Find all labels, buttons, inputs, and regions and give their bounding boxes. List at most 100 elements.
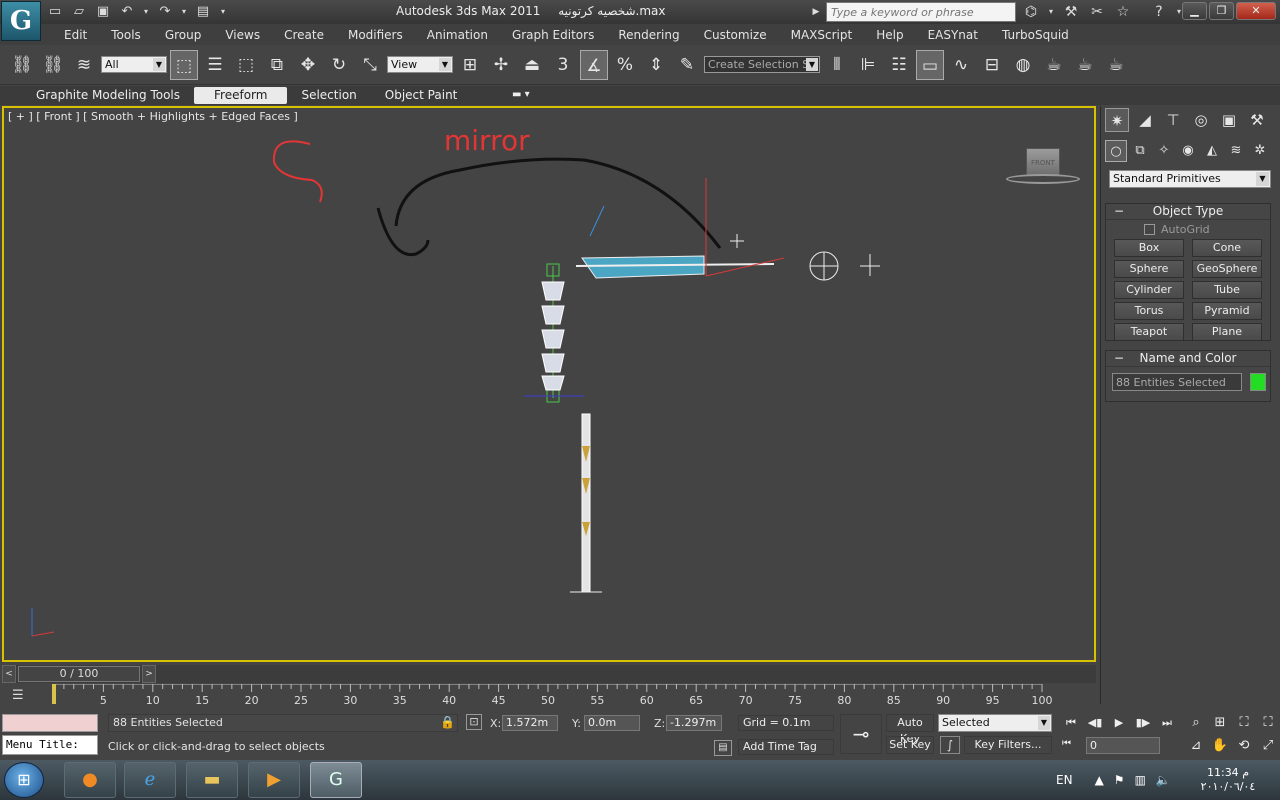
autogrid-checkbox[interactable] [1144, 224, 1155, 235]
space-warps-category-icon[interactable]: ≋ [1225, 140, 1247, 162]
field-of-view-icon[interactable]: ⊿ [1186, 737, 1206, 755]
internet-explorer-taskbar-button[interactable]: ℯ [124, 762, 176, 798]
time-slider-prev-button[interactable]: < [2, 665, 16, 683]
display-tab-icon[interactable]: ▣ [1217, 108, 1241, 132]
spinner-snap-icon[interactable]: ⇕ [642, 50, 670, 80]
tab-graphite-modeling-tools[interactable]: Graphite Modeling Tools [22, 87, 194, 104]
explorer-taskbar-button[interactable]: ▬ [186, 762, 238, 798]
object-type-rollout-header[interactable]: − Object Type [1106, 204, 1270, 220]
select-manipulate-icon[interactable]: ✢ [487, 50, 515, 80]
track-bar[interactable]: ☰ 5 10 15 20 25 30 35 40 45 50 55 60 65 70 75 80 85 90 95 1… [0, 684, 1100, 708]
action-center-flag-icon[interactable]: ⚑ [1114, 773, 1125, 787]
object-color-swatch[interactable] [1250, 373, 1266, 391]
set-keys-key-icon[interactable]: ⊸ [840, 714, 882, 754]
current-frame-marker[interactable] [52, 684, 56, 704]
name-and-color-rollout-header[interactable]: − Name and Color [1106, 351, 1270, 367]
input-language[interactable]: EN [1056, 773, 1073, 787]
schematic-view-icon[interactable]: ⊟ [978, 50, 1006, 80]
motion-tab-icon[interactable]: ◎ [1189, 108, 1213, 132]
named-selection-set-dropdown[interactable]: Create Selection Se ▼ [704, 56, 820, 73]
new-file-icon[interactable]: ▭ [46, 3, 64, 21]
next-frame-icon[interactable]: ▮▶ [1132, 714, 1154, 732]
keyboard-shortcut-override-icon[interactable]: ⏏ [518, 50, 546, 80]
tab-selection[interactable]: Selection [287, 87, 370, 104]
torus-button[interactable]: Torus [1114, 302, 1184, 320]
maximize-viewport-icon[interactable]: ⤢ [1258, 737, 1278, 755]
object-name-field[interactable] [1112, 373, 1242, 391]
redo-icon[interactable]: ↷ [156, 3, 174, 21]
hierarchy-tab-icon[interactable]: ⊤ [1161, 108, 1185, 132]
project-folder-icon[interactable]: ▤ [194, 3, 212, 21]
maxscript-mini-listener[interactable]: Menu Title: [2, 735, 98, 755]
geometry-category-icon[interactable]: ○ [1105, 140, 1127, 162]
box-button[interactable]: Box [1114, 239, 1184, 257]
orbit-icon[interactable]: ⟲ [1234, 737, 1254, 755]
go-to-end-icon[interactable]: ⏭ [1156, 714, 1178, 732]
current-frame-field[interactable]: 0 [1086, 737, 1160, 754]
zoom-extents-icon[interactable]: ⛶ [1234, 714, 1254, 732]
menu-help[interactable]: Help [864, 27, 915, 43]
tube-button[interactable]: Tube [1192, 281, 1262, 299]
menu-views[interactable]: Views [213, 27, 272, 43]
subscription-center-icon[interactable]: ⚒ [1060, 2, 1082, 22]
close-button[interactable]: ✕ [1236, 2, 1276, 20]
play-icon[interactable]: ▶ [1108, 714, 1130, 732]
keyword-search-input[interactable] [826, 2, 1016, 22]
menu-turbosquid[interactable]: TurboSquid [990, 27, 1081, 43]
menu-graph-editors[interactable]: Graph Editors [500, 27, 606, 43]
open-file-icon[interactable]: ▱ [70, 3, 88, 21]
cone-button[interactable]: Cone [1192, 239, 1262, 257]
search-dropdown-icon[interactable]: ▾ [1046, 2, 1056, 22]
show-hidden-icons-icon[interactable]: ▲ [1095, 773, 1104, 787]
key-mode-dropdown[interactable]: Selected ▼ [938, 714, 1052, 732]
select-object-icon[interactable]: ⬚ [170, 49, 198, 80]
angle-snap-icon[interactable]: ∡ [580, 49, 608, 80]
tab-object-paint[interactable]: Object Paint [371, 87, 472, 104]
selection-filter-dropdown[interactable]: All ▼ [101, 56, 167, 73]
rectangular-selection-icon[interactable]: ⬚ [232, 50, 260, 80]
viewcube-compass-ring[interactable] [1006, 174, 1080, 184]
zoom-extents-all-icon[interactable]: ⛶ [1258, 714, 1278, 732]
application-button[interactable]: G [1, 1, 41, 41]
pivot-center-icon[interactable]: ⊞ [456, 50, 484, 80]
select-and-scale-icon[interactable]: ⤡ [356, 50, 384, 80]
absolute-mode-transform-icon[interactable]: ⊡ [466, 714, 482, 730]
y-coord-field[interactable]: 0.0m [584, 715, 640, 731]
select-by-name-icon[interactable]: ☰ [201, 50, 229, 80]
front-viewport[interactable]: [ + ] [ Front ] [ Smooth + Highlights + … [2, 106, 1096, 662]
go-to-start-icon[interactable]: ⏮ [1060, 714, 1082, 732]
add-time-tag-button[interactable]: Add Time Tag [738, 739, 834, 755]
render-production-icon[interactable]: ☕ [1102, 50, 1130, 80]
maximize-button[interactable]: ❐ [1209, 2, 1234, 20]
viewport-label[interactable]: [ + ] [ Front ] [ Smooth + Highlights + … [8, 110, 298, 123]
teapot-button[interactable]: Teapot [1114, 323, 1184, 341]
previous-frame-icon[interactable]: ◀▮ [1084, 714, 1106, 732]
plane-button[interactable]: Plane [1192, 323, 1262, 341]
undo-dropdown-icon[interactable]: ▾ [142, 3, 150, 21]
sphere-button[interactable]: Sphere [1114, 260, 1184, 278]
curve-editor-icon[interactable]: ∿ [947, 50, 975, 80]
auto-key-button[interactable]: Auto Key [886, 714, 934, 745]
save-icon[interactable]: ▣ [94, 3, 112, 21]
viewcube[interactable]: FRONT [1026, 148, 1060, 176]
start-button[interactable]: ⊞ [4, 762, 44, 798]
time-slider-thumb[interactable]: 0 / 100 [18, 666, 140, 682]
quick-access-dropdown-icon[interactable]: ▾ [218, 3, 228, 21]
select-and-link-icon[interactable]: ⛓ [8, 50, 36, 80]
shapes-category-icon[interactable]: ⧉ [1129, 140, 1151, 162]
media-player-taskbar-button[interactable]: ▶ [248, 762, 300, 798]
default-tangent-icon[interactable]: ∫ [940, 736, 960, 754]
mirror-icon[interactable]: ⫴ [823, 50, 851, 80]
selection-lock-icon[interactable]: 🔒 [440, 715, 455, 729]
cameras-category-icon[interactable]: ◉ [1177, 140, 1199, 162]
key-filters-button[interactable]: Key Filters... [964, 736, 1052, 754]
menu-edit[interactable]: Edit [52, 27, 99, 43]
menu-create[interactable]: Create [272, 27, 336, 43]
menu-tools[interactable]: Tools [99, 27, 153, 43]
infocenter-expand-icon[interactable]: ▶ [810, 2, 822, 22]
maxscript-listener-output[interactable] [2, 714, 98, 732]
helpers-category-icon[interactable]: ◭ [1201, 140, 1223, 162]
select-and-move-icon[interactable]: ✥ [294, 50, 322, 80]
menu-rendering[interactable]: Rendering [606, 27, 691, 43]
layer-manager-icon[interactable]: ☷ [885, 50, 913, 80]
